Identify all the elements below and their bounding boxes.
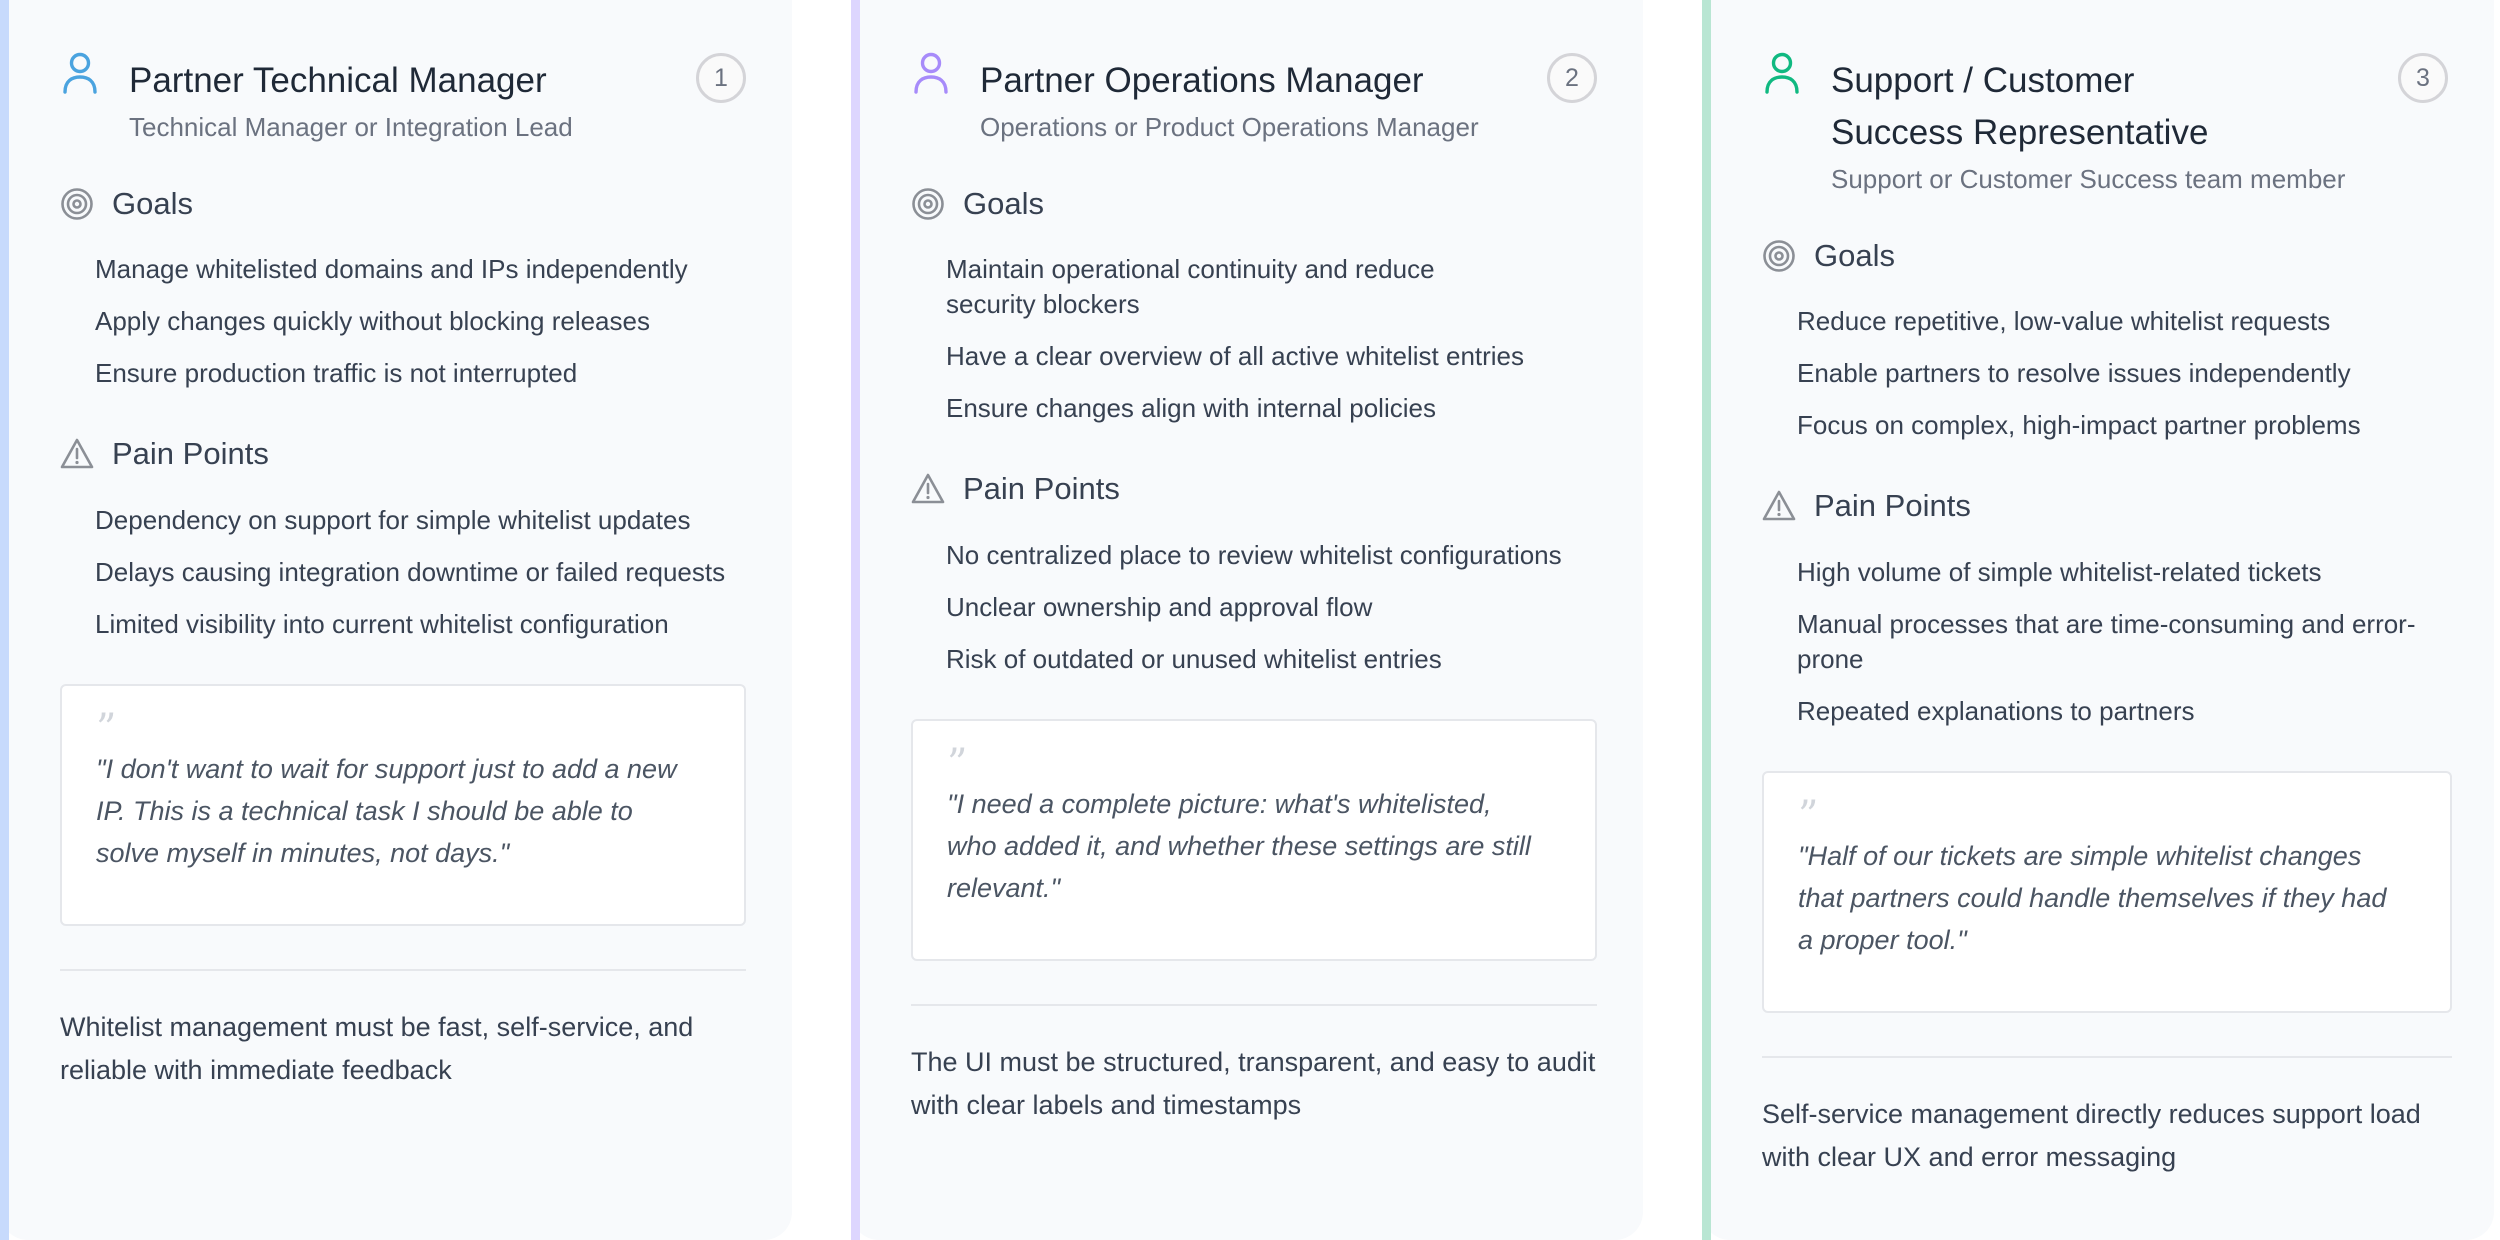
quote-box: ” "I don't want to wait for support just…: [60, 684, 746, 926]
goals-heading: Goals: [60, 184, 760, 224]
pain-point-item: Manual processes that are time-consuming…: [1797, 609, 2416, 674]
target-icon: [61, 188, 93, 220]
quote-box: ” "I need a complete picture: what's whi…: [911, 719, 1597, 961]
persona-number-badge: 3: [2398, 53, 2448, 103]
persona-title-block: Partner Operations Manager Operations or…: [980, 55, 1500, 145]
goal-item: Ensure changes align with internal polic…: [946, 393, 1436, 423]
persona-summary: Self-service management directly reduces…: [1762, 1099, 2421, 1172]
goals-label: Goals: [963, 186, 1044, 221]
person-icon: [63, 52, 97, 94]
warning-icon: [60, 438, 94, 469]
pain-point-item: High volume of simple whitelist-related …: [1797, 557, 2322, 587]
persona-title: Support / Customer Success Representativ…: [1831, 61, 2209, 152]
warning-icon: [911, 473, 945, 504]
goal-item: Manage whitelisted domains and IPs indep…: [95, 254, 688, 284]
persona-title-block: Support / Customer Success Representativ…: [1831, 55, 2345, 197]
persona-title: Partner Technical Manager: [129, 61, 547, 100]
divider: [1762, 1056, 2452, 1058]
persona-card-partner-operations-manager: Partner Operations Manager Operations or…: [851, 0, 1643, 1240]
pain-point-item: Delays causing integration downtime or f…: [95, 557, 726, 587]
goal-item: Apply changes quickly without blocking r…: [95, 306, 650, 336]
quote-icon: ”: [1798, 793, 1818, 839]
divider: [911, 1004, 1597, 1006]
pain-point-item: Repeated explanations to partners: [1797, 696, 2195, 726]
persona-subtitle: Operations or Product Operations Manager: [980, 112, 1479, 142]
persona-title-block: Partner Technical Manager Technical Mana…: [129, 55, 649, 145]
pain-points-heading: Pain Points: [1762, 486, 2462, 526]
pain-points-list: Dependency on support for simple whiteli…: [95, 503, 755, 659]
goals-heading: Goals: [911, 184, 1611, 224]
quote-icon: ”: [947, 741, 967, 787]
quote-text: "I need a complete picture: what's white…: [947, 789, 1531, 903]
persona-number-badge: 1: [696, 53, 746, 103]
goals-heading: Goals: [1762, 236, 2462, 276]
persona-subtitle: Technical Manager or Integration Lead: [129, 112, 573, 142]
goal-item: Enable partners to resolve issues indepe…: [1797, 358, 2351, 388]
person-icon: [1765, 52, 1799, 94]
quote-text: "Half of our tickets are simple whitelis…: [1798, 841, 2387, 955]
target-icon: [912, 188, 944, 220]
goal-item: Maintain operational continuity and redu…: [946, 254, 1435, 319]
pain-point-item: Limited visibility into current whitelis…: [95, 609, 669, 639]
persona-card-support-representative: Support / Customer Success Representativ…: [1702, 0, 2494, 1240]
pain-points-label: Pain Points: [112, 436, 269, 471]
goal-item: Reduce repetitive, low-value whitelist r…: [1797, 306, 2331, 336]
quote-icon: ”: [96, 706, 116, 752]
persona-subtitle: Support or Customer Success team member: [1831, 164, 2346, 194]
pain-points-list: No centralized place to review whitelist…: [946, 538, 1636, 694]
persona-title: Partner Operations Manager: [980, 61, 1424, 100]
goals-list: Reduce repetitive, low-value whitelist r…: [1797, 304, 2477, 460]
persona-summary: The UI must be structured, transparent, …: [911, 1047, 1596, 1120]
goal-item: Have a clear overview of all active whit…: [946, 341, 1525, 371]
pain-points-heading: Pain Points: [911, 469, 1611, 509]
target-icon: [1763, 240, 1795, 272]
persona-card-partner-technical-manager: Partner Technical Manager Technical Mana…: [0, 0, 792, 1240]
warning-icon: [1762, 490, 1796, 521]
quote-text: "I don't want to wait for support just t…: [96, 754, 677, 868]
pain-points-heading: Pain Points: [60, 434, 760, 474]
pain-point-item: Risk of outdated or unused whitelist ent…: [946, 644, 1442, 674]
pain-points-label: Pain Points: [1814, 488, 1971, 523]
goal-item: Focus on complex, high-impact partner pr…: [1797, 410, 2361, 440]
goal-item: Ensure production traffic is not interru…: [95, 358, 578, 388]
persona-summary: Whitelist management must be fast, self-…: [60, 1012, 694, 1085]
goals-list: Maintain operational continuity and redu…: [946, 252, 1524, 443]
persona-number-badge: 2: [1547, 53, 1597, 103]
pain-point-item: No centralized place to review whitelist…: [946, 540, 1562, 570]
goals-label: Goals: [1814, 238, 1895, 273]
quote-box: ” "Half of our tickets are simple whitel…: [1762, 771, 2452, 1013]
pain-points-list: High volume of simple whitelist-related …: [1797, 555, 2427, 746]
divider: [60, 969, 746, 971]
person-icon: [914, 52, 948, 94]
pain-points-label: Pain Points: [963, 471, 1120, 506]
goals-label: Goals: [112, 186, 193, 221]
pain-point-item: Dependency on support for simple whiteli…: [95, 505, 691, 535]
pain-point-item: Unclear ownership and approval flow: [946, 592, 1373, 622]
goals-list: Manage whitelisted domains and IPs indep…: [95, 252, 755, 408]
